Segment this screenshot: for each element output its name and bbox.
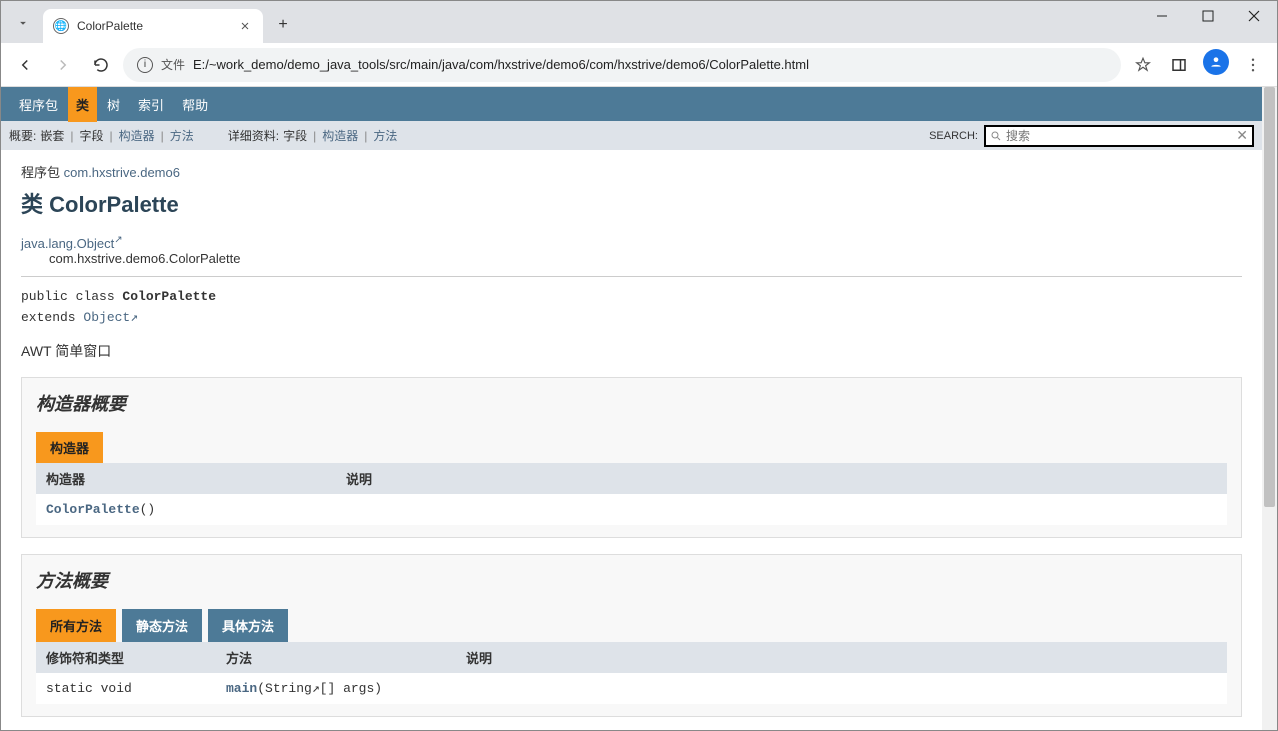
tab-list-button[interactable]	[9, 9, 37, 37]
external-link-icon: ↗	[114, 235, 122, 246]
detail-constructor[interactable]: 构造器	[322, 127, 358, 144]
globe-icon: 🌐	[53, 18, 69, 34]
browser-toolbar: i 文件 E:/~work_demo/demo_java_tools/src/m…	[1, 43, 1277, 87]
nav-class[interactable]: 类	[68, 87, 97, 122]
method-link[interactable]: main	[226, 681, 257, 696]
class-title: 类 ColorPalette	[21, 187, 1242, 219]
method-section-title: 方法概要	[36, 567, 1227, 593]
method-modifier: static void	[46, 681, 226, 696]
package-label: 程序包	[21, 165, 60, 180]
table-row: ColorPalette()	[36, 494, 1227, 525]
tab-static-methods[interactable]: 静态方法	[122, 609, 202, 642]
detail-field: 字段	[283, 127, 307, 144]
summary-method[interactable]: 方法	[170, 127, 194, 144]
side-panel-button[interactable]	[1163, 49, 1195, 81]
scrollbar-thumb[interactable]	[1264, 87, 1275, 507]
object-link[interactable]: Object↗	[83, 310, 138, 325]
back-button[interactable]	[9, 49, 41, 81]
nav-help[interactable]: 帮助	[174, 87, 216, 122]
inheritance-self: com.hxstrive.demo6.ColorPalette	[49, 251, 1242, 266]
clear-search-button[interactable]: ✕	[1236, 127, 1248, 144]
nav-package[interactable]: 程序包	[11, 87, 66, 122]
search-input[interactable]	[1002, 129, 1236, 143]
close-tab-button[interactable]	[237, 18, 253, 34]
browser-titlebar: 🌐 ColorPalette +	[1, 1, 1277, 43]
external-link-icon: ↗	[130, 310, 138, 325]
kebab-icon	[1244, 56, 1262, 74]
summary-field: 字段	[79, 127, 103, 144]
constructor-col2: 说明	[346, 469, 1217, 488]
external-link-icon: ↗	[312, 681, 320, 696]
constructor-summary-section: 构造器概要 构造器 构造器 说明 ColorPalette()	[21, 377, 1242, 538]
profile-button[interactable]	[1203, 49, 1229, 75]
panel-icon	[1170, 56, 1188, 74]
detail-label: 详细资料:	[228, 127, 279, 144]
inheritance-object-link[interactable]: java.lang.Object↗	[21, 236, 123, 251]
method-summary-section: 方法概要 所有方法 静态方法 具体方法 修饰符和类型 方法 说明 static …	[21, 554, 1242, 717]
constructor-section-title: 构造器概要	[36, 390, 1227, 416]
arrow-right-icon	[54, 56, 72, 74]
nav-index[interactable]: 索引	[130, 87, 172, 122]
constructor-tab: 构造器	[36, 432, 103, 463]
info-icon: i	[137, 57, 153, 73]
chevron-down-icon	[16, 16, 30, 30]
search-box[interactable]: ✕	[984, 125, 1254, 147]
reload-icon	[92, 56, 110, 74]
divider	[21, 276, 1242, 277]
search-icon	[990, 130, 1002, 142]
constructor-link[interactable]: ColorPalette	[46, 502, 140, 517]
arrow-left-icon	[16, 56, 34, 74]
scrollbar[interactable]	[1262, 87, 1277, 730]
javadoc-subnav: 概要: 嵌套| 字段| 构造器| 方法 详细资料: 字段| 构造器| 方法 SE…	[1, 121, 1262, 150]
menu-button[interactable]	[1237, 49, 1269, 81]
constructor-table-header: 构造器 说明	[36, 463, 1227, 494]
browser-tab[interactable]: 🌐 ColorPalette	[43, 9, 263, 43]
search-label: SEARCH:	[929, 130, 978, 142]
method-col1: 修饰符和类型	[46, 648, 226, 667]
url-text: E:/~work_demo/demo_java_tools/src/main/j…	[193, 57, 809, 72]
bookmark-button[interactable]	[1127, 49, 1159, 81]
summary-label: 概要:	[9, 127, 36, 144]
person-icon	[1209, 55, 1223, 69]
url-prefix: 文件	[161, 56, 185, 73]
close-icon	[239, 20, 251, 32]
maximize-icon	[1202, 10, 1214, 22]
method-col3: 说明	[466, 648, 1217, 667]
class-description: AWT 简单窗口	[21, 341, 1242, 361]
method-col2: 方法	[226, 648, 466, 667]
string-link[interactable]: String↗	[265, 681, 320, 696]
star-icon	[1134, 56, 1152, 74]
close-window-button[interactable]	[1231, 1, 1277, 31]
forward-button[interactable]	[47, 49, 79, 81]
method-table-header: 修饰符和类型 方法 说明	[36, 642, 1227, 673]
package-link[interactable]: com.hxstrive.demo6	[64, 165, 180, 180]
new-tab-button[interactable]: +	[269, 11, 297, 39]
nav-tree[interactable]: 树	[99, 87, 128, 122]
constructor-col1: 构造器	[46, 469, 346, 488]
class-signature: public class ColorPalette extends Object…	[21, 287, 1242, 329]
javadoc-nav: 程序包 类 树 索引 帮助	[1, 87, 1262, 121]
minimize-icon	[1156, 10, 1168, 22]
tab-all-methods[interactable]: 所有方法	[36, 609, 116, 642]
tab-title: ColorPalette	[77, 19, 229, 33]
maximize-button[interactable]	[1185, 1, 1231, 31]
minimize-button[interactable]	[1139, 1, 1185, 31]
url-bar[interactable]: i 文件 E:/~work_demo/demo_java_tools/src/m…	[123, 48, 1121, 82]
summary-nested: 嵌套	[40, 127, 64, 144]
table-row: static void main(String↗[] args)	[36, 673, 1227, 704]
summary-constructor[interactable]: 构造器	[119, 127, 155, 144]
page-content: 程序包 类 树 索引 帮助 概要: 嵌套| 字段| 构造器| 方法 详细资料: …	[1, 87, 1262, 730]
reload-button[interactable]	[85, 49, 117, 81]
detail-method[interactable]: 方法	[373, 127, 397, 144]
tab-concrete-methods[interactable]: 具体方法	[208, 609, 288, 642]
close-icon	[1248, 10, 1260, 22]
